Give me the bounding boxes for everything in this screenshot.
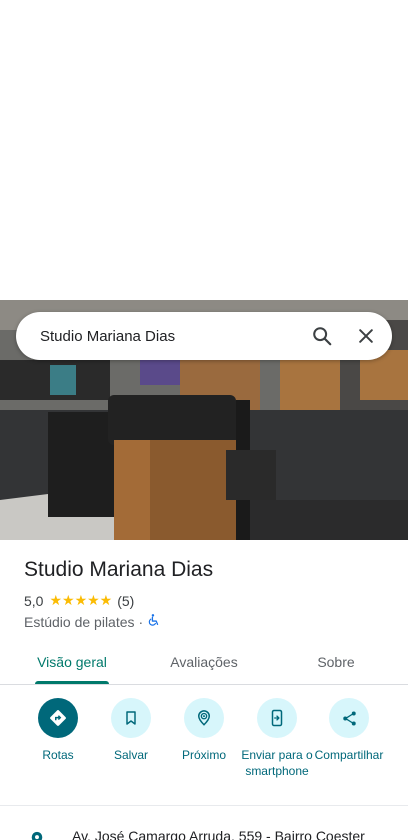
category-row: Estúdio de pilates ·: [24, 613, 160, 630]
send-to-phone-button[interactable]: Enviar para o smartphone: [239, 698, 315, 779]
nearby-label: Próximo: [181, 748, 226, 762]
place-category: Estúdio de pilates: [24, 613, 135, 630]
directions-label: Rotas: [42, 748, 74, 762]
rating-stars: ★★★★★: [49, 592, 113, 608]
directions-button[interactable]: Rotas: [20, 698, 96, 763]
place-title: Studio Mariana Dias: [24, 558, 214, 581]
nearby-icon: [184, 698, 224, 738]
map-area-blank: [0, 0, 408, 300]
address-text: Av. José Camargo Arruda, 559 - Bairro Co…: [72, 828, 365, 840]
close-icon[interactable]: [346, 316, 386, 356]
location-pin-icon: [28, 830, 46, 840]
save-button[interactable]: Salvar: [93, 698, 169, 763]
wheelchair-accessible-icon: [147, 613, 160, 630]
send-to-phone-label: Enviar para o smartphone: [241, 748, 313, 778]
tab-sobre[interactable]: Sobre: [288, 640, 384, 684]
bookmark-icon: [111, 698, 151, 738]
action-buttons: Rotas Salvar Próximo Enviar para o smart…: [0, 698, 408, 798]
search-icon[interactable]: [302, 316, 342, 356]
directions-icon: [38, 698, 78, 738]
active-tab-indicator: [35, 681, 109, 684]
tab-avaliacoes[interactable]: Avaliações: [156, 640, 252, 684]
place-tabs: Visão geral Avaliações Sobre: [0, 640, 408, 685]
separator-dot: ·: [138, 613, 144, 630]
nearby-button[interactable]: Próximo: [166, 698, 242, 763]
section-divider: [0, 805, 408, 806]
rating-value: 5,0: [24, 592, 44, 609]
share-label: Compartilhar: [314, 748, 384, 762]
search-input[interactable]: Studio Mariana Dias: [40, 328, 302, 345]
share-icon: [329, 698, 369, 738]
review-count: (5): [117, 592, 135, 609]
rating-row[interactable]: 5,0 ★★★★★ (5): [24, 592, 134, 609]
tab-visao-geral[interactable]: Visão geral: [24, 640, 120, 684]
share-button[interactable]: Compartilhar: [311, 698, 387, 763]
search-bar[interactable]: Studio Mariana Dias: [16, 312, 392, 360]
send-to-phone-icon: [257, 698, 297, 738]
save-label: Salvar: [113, 748, 148, 762]
